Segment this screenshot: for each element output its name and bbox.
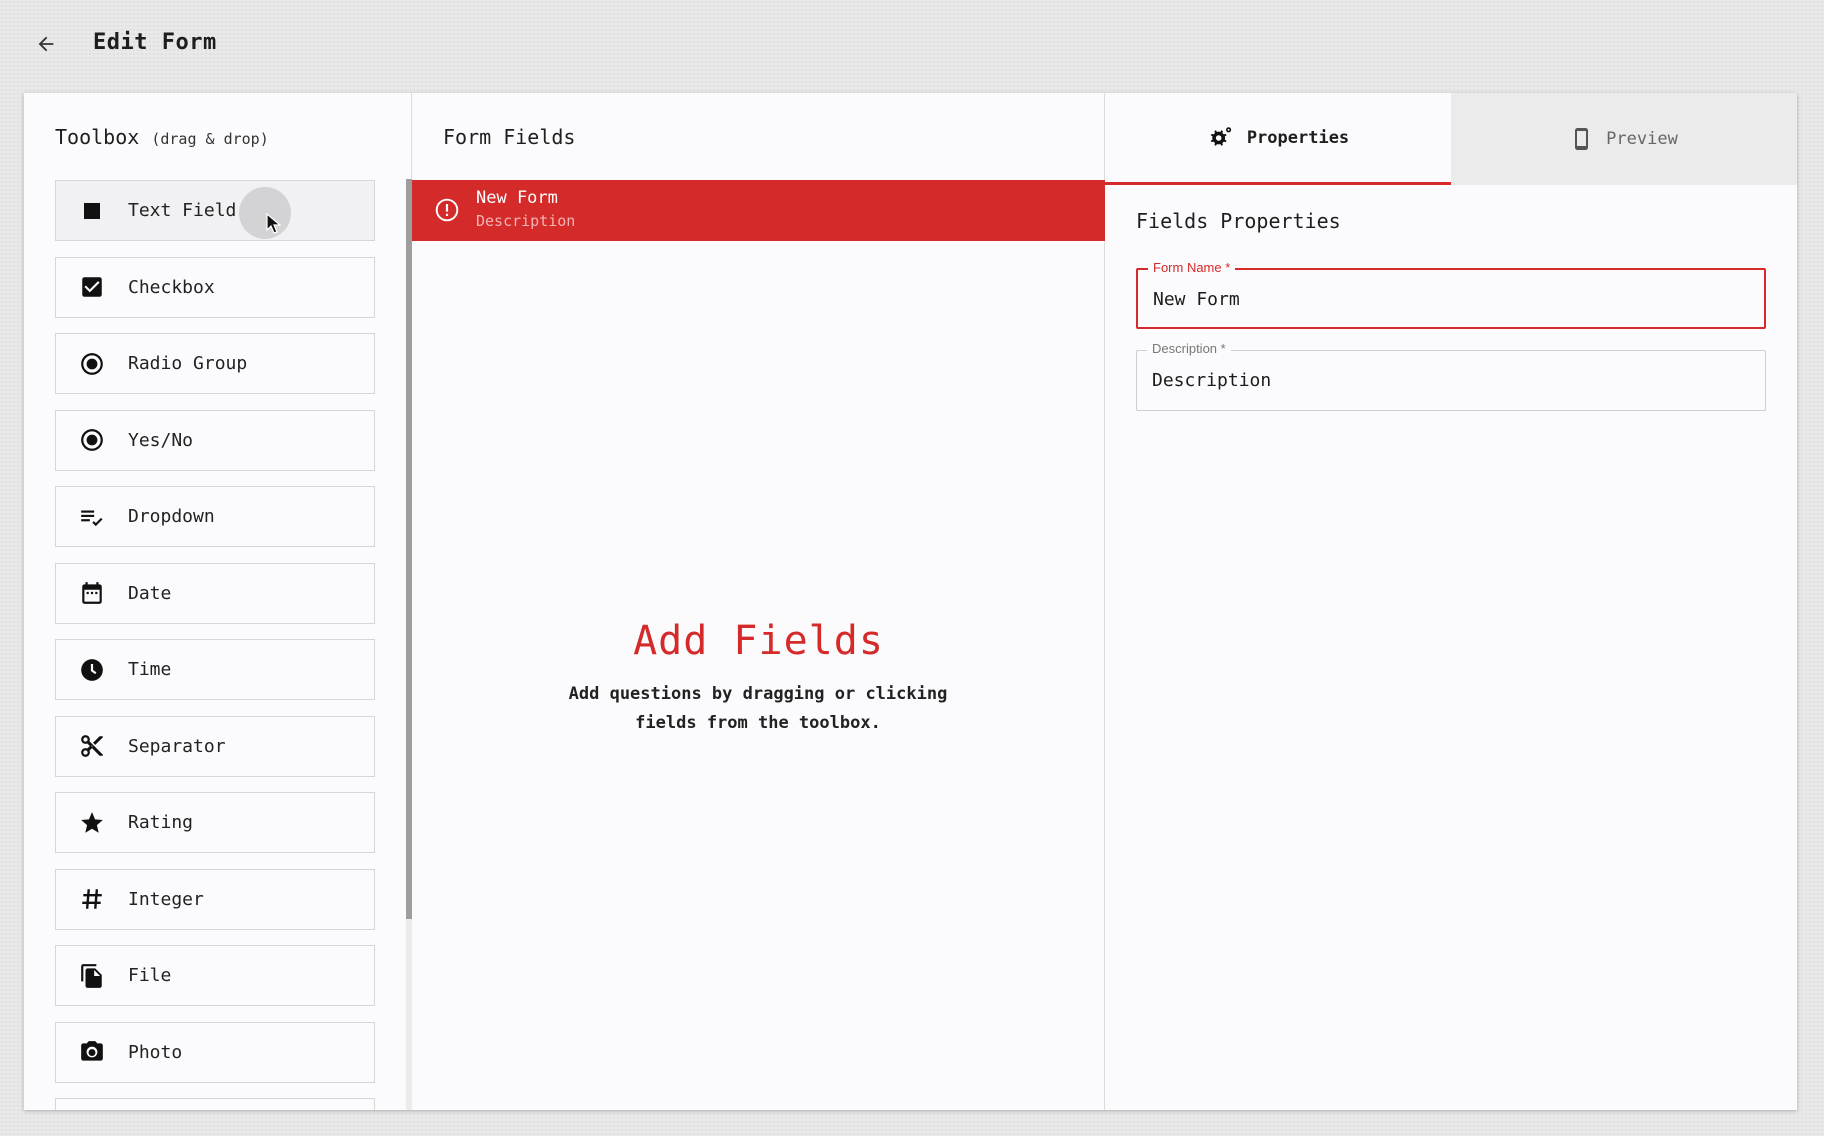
camera-icon [78, 1038, 106, 1066]
toolbox-hint: (drag & drop) [151, 130, 269, 148]
tool-time[interactable]: Time [55, 639, 375, 700]
gear-icon [1207, 124, 1235, 152]
clock-icon [78, 656, 106, 684]
radio-icon [78, 350, 106, 378]
hash-icon [78, 885, 106, 913]
back-button[interactable] [30, 28, 62, 60]
tab-properties-label: Properties [1246, 127, 1350, 148]
radio-icon [78, 426, 106, 454]
list-check-icon [78, 503, 106, 531]
alert-circle-icon [434, 197, 460, 227]
tool-label: Dropdown [128, 506, 215, 527]
tool-item-partial[interactable] [55, 1098, 375, 1110]
top-bar: Edit Form [0, 0, 1824, 92]
scissors-icon [78, 732, 106, 760]
tool-yes-no[interactable]: Yes/No [55, 409, 375, 471]
form-name: New Form [476, 188, 558, 208]
form-fields-title: Form Fields [443, 125, 576, 149]
tool-text-field[interactable]: Text Field [55, 180, 375, 241]
tool-label: Integer [128, 888, 204, 910]
fields-properties-title: Fields Properties [1136, 209, 1341, 233]
arrow-left-icon [38, 36, 54, 52]
form-header-row[interactable]: New Form Description [412, 180, 1105, 241]
square-icon [78, 197, 106, 225]
file-icon [78, 962, 106, 990]
tab-preview[interactable]: Preview [1451, 93, 1797, 185]
toolbox-panel: Toolbox (drag & drop) Text Field Checkbo… [24, 93, 412, 1110]
tool-dropdown[interactable]: Dropdown [55, 486, 375, 547]
tool-label: File [128, 965, 172, 986]
editor-card: Toolbox (drag & drop) Text Field Checkbo… [24, 93, 1797, 1110]
form-description: Description [476, 212, 576, 230]
tool-label: Radio Group [128, 353, 248, 374]
form-fields-panel: Form Fields New Form Description Add Fie… [412, 93, 1105, 1110]
calendar-icon [78, 579, 106, 607]
tool-label: Text Field [128, 200, 237, 221]
tool-photo[interactable]: Photo [55, 1021, 375, 1083]
empty-state-text: Add questions by dragging or clicking fi… [568, 684, 948, 733]
tool-radio-group[interactable]: Radio Group [55, 333, 375, 394]
description-input[interactable] [1152, 367, 1742, 393]
star-icon [78, 809, 106, 837]
description-label: Description * [1147, 341, 1231, 356]
tool-file[interactable]: File [55, 945, 375, 1006]
tool-rating[interactable]: Rating [55, 792, 375, 853]
properties-panel: Properties Preview Fields Properties For… [1105, 93, 1797, 1110]
form-name-label: Form Name * [1148, 260, 1236, 275]
description-field: Description * [1136, 341, 1766, 411]
tool-checkbox[interactable]: Checkbox [55, 256, 375, 318]
tool-integer[interactable]: Integer [55, 868, 375, 930]
mouse-cursor-icon [266, 212, 282, 239]
page-title: Edit Form [93, 30, 217, 55]
tab-properties[interactable]: Properties [1105, 93, 1451, 185]
empty-state-heading: Add Fields [633, 618, 884, 664]
tool-label: Date [128, 582, 172, 604]
tool-separator[interactable]: Separator [55, 715, 375, 777]
toolbox-title: Toolbox (drag & drop) [55, 125, 269, 149]
tool-label: Time [128, 659, 172, 680]
tool-label: Photo [128, 1041, 183, 1063]
toolbox-title-text: Toolbox [55, 125, 140, 149]
tool-label: Rating [128, 812, 194, 833]
tool-label: Yes/No [128, 429, 194, 451]
tool-label: Checkbox [128, 276, 215, 298]
form-name-input[interactable] [1153, 286, 1743, 312]
tool-list: Text Field Checkbox Radio Group Yes/No D… [55, 180, 375, 1110]
tool-label: Separator [128, 735, 226, 757]
phone-icon [1570, 125, 1594, 153]
tab-bar: Properties Preview [1105, 93, 1797, 185]
click-ripple [239, 187, 291, 239]
form-name-field: Form Name * [1136, 260, 1766, 329]
checkbox-icon [78, 273, 106, 301]
tab-preview-label: Preview [1606, 129, 1678, 149]
tool-date[interactable]: Date [55, 562, 375, 624]
